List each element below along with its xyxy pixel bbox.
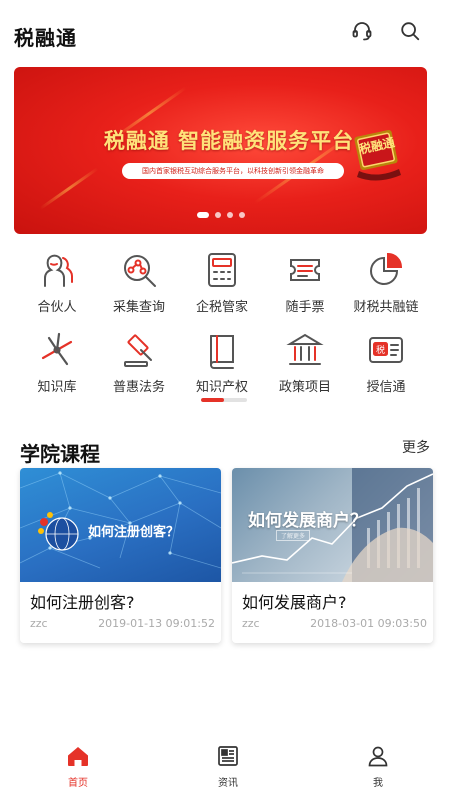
grid-item-credit[interactable]: 税 授信通 xyxy=(343,330,429,395)
grid-label: 随手票 xyxy=(285,300,325,315)
grid-page-indicator xyxy=(201,398,247,402)
ticket-icon xyxy=(290,259,320,281)
course-author: zzc xyxy=(242,617,260,630)
search-icon[interactable] xyxy=(395,16,425,46)
course-thumbnail: 如何发展商户？ 了解更多 xyxy=(232,468,433,582)
carousel-dots xyxy=(14,212,427,218)
grid-item-knowledge[interactable]: 知识库 xyxy=(14,330,100,395)
section-title: 学院课程 xyxy=(20,442,100,466)
more-link[interactable]: 更多 xyxy=(402,437,430,457)
app-header: 税融通 xyxy=(0,0,450,64)
grid-item-partner[interactable]: 合伙人 xyxy=(14,250,100,315)
tab-label: 首页 xyxy=(68,778,88,789)
grid-label: 授信通 xyxy=(366,380,406,395)
tax-card-icon: 税 xyxy=(369,337,403,363)
tab-label: 我 xyxy=(373,778,383,789)
course-title: 如何发展商户? xyxy=(242,593,347,612)
grid-item-ticket[interactable]: 随手票 xyxy=(262,250,348,315)
thumbnail-subcaption: 了解更多 xyxy=(276,530,311,541)
grid-label: 企税管家 xyxy=(195,300,248,315)
tab-label: 资讯 xyxy=(218,778,238,789)
course-author: zzc xyxy=(30,617,48,630)
course-thumbnail: 如何注册创客？ xyxy=(20,468,221,582)
course-date: 2018-03-01 09:03:50 xyxy=(310,617,427,630)
carousel-dot[interactable] xyxy=(226,212,233,218)
grid-label: 知识产权 xyxy=(195,380,248,395)
home-icon xyxy=(68,747,88,766)
grid-label: 普惠法务 xyxy=(112,380,165,395)
customer-service-icon[interactable] xyxy=(347,16,377,46)
course-title: 如何注册创客? xyxy=(30,593,135,612)
promo-banner[interactable]: 税融通 智能融资服务平台 国内首家银税互动综合服务平台，以科技创新引领金融革命 … xyxy=(14,67,427,234)
grid-item-policy[interactable]: 政策项目 xyxy=(262,330,348,395)
banner-title: 税融通 智能融资服务平台 xyxy=(103,129,355,153)
grid-label: 采集查询 xyxy=(112,300,165,315)
course-date: 2019-01-13 09:01:52 xyxy=(98,617,215,630)
thumbnail-caption: 如何注册创客？ xyxy=(88,525,180,540)
carousel-dot[interactable] xyxy=(238,212,245,218)
tab-news[interactable]: 资讯 xyxy=(188,744,268,789)
tab-me[interactable]: 我 xyxy=(338,744,418,789)
app-title: 税融通 xyxy=(14,26,77,50)
grid-label: 知识库 xyxy=(37,380,77,395)
calculator-icon xyxy=(208,253,236,287)
course-card[interactable]: 如何发展商户？ 了解更多 如何发展商户? zzc 2018-03-01 09:0… xyxy=(232,468,433,643)
seal-icon xyxy=(354,129,401,181)
bottom-tab-bar: 首页 资讯 我 xyxy=(0,738,450,800)
globe-logo-icon xyxy=(38,512,79,551)
carousel-dot[interactable] xyxy=(196,212,209,218)
news-icon xyxy=(218,746,238,766)
carousel-dot[interactable] xyxy=(214,212,221,218)
grid-item-query[interactable]: 采集查询 xyxy=(96,250,182,315)
query-icon xyxy=(124,255,156,287)
thumbnail-caption: 如何发展商户？ xyxy=(248,511,367,531)
grid-item-finance-chain[interactable]: 财税共融链 xyxy=(343,250,429,315)
tab-home[interactable]: 首页 xyxy=(38,744,118,789)
grid-label: 财税共融链 xyxy=(353,300,419,315)
pie-chart-icon xyxy=(370,252,403,285)
grid-label: 合伙人 xyxy=(37,300,77,315)
gavel-icon xyxy=(124,334,152,367)
course-card[interactable]: 如何注册创客？ 如何注册创客? zzc 2019-01-13 09:01:52 xyxy=(20,468,221,643)
grid-item-ip[interactable]: 知识产权 xyxy=(179,330,265,395)
banner-subtitle: 国内首家银税互动综合服务平台，以科技创新引领金融革命 xyxy=(122,163,344,179)
pinwheel-icon xyxy=(41,332,73,366)
user-icon xyxy=(368,746,388,767)
banner-light-streak xyxy=(39,167,99,210)
svg-text:税: 税 xyxy=(376,344,385,356)
partner-icon xyxy=(44,254,73,287)
page-indicator-fill xyxy=(201,398,224,402)
grid-item-tax-manager[interactable]: 企税管家 xyxy=(179,250,265,315)
book-icon xyxy=(210,335,234,369)
grid-item-legal[interactable]: 普惠法务 xyxy=(96,330,182,395)
grid-label: 政策项目 xyxy=(278,380,331,395)
bank-icon xyxy=(286,333,324,365)
